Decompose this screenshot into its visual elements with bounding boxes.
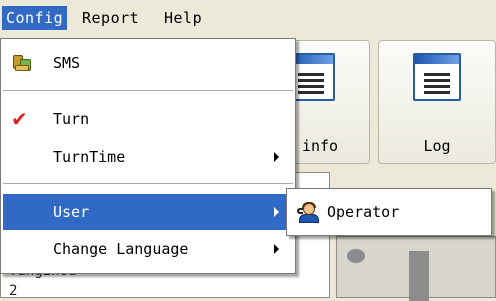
operator-icon: [297, 202, 319, 223]
toolbar-button-log-label: Log: [423, 137, 451, 155]
menu-item-turn[interactable]: ✔ Turn: [3, 101, 293, 137]
device-view-panel: [336, 236, 496, 301]
sms-icon: [11, 53, 33, 73]
menu-item-label: Turn: [53, 110, 90, 128]
menu-report[interactable]: Report: [78, 6, 143, 30]
menu-help[interactable]: Help: [160, 6, 206, 30]
menu-item-label: TurnTime: [53, 148, 126, 166]
submenu-arrow-icon: [274, 207, 279, 217]
menu-item-label: SMS: [53, 54, 81, 72]
device-bar: [409, 251, 429, 301]
user-submenu: Operator: [286, 188, 492, 236]
menu-config[interactable]: Config: [2, 6, 68, 30]
menu-bar: Config Report Help: [0, 0, 496, 36]
menu-item-turntime[interactable]: TurnTime: [3, 139, 293, 175]
menu-item-operator[interactable]: Operator: [289, 194, 489, 230]
menu-separator: [3, 183, 293, 184]
menu-item-change-language[interactable]: Change Language: [3, 231, 293, 267]
menu-item-label: User: [53, 203, 90, 221]
device-knob: [347, 249, 365, 263]
menu-item-label: Operator: [327, 203, 400, 221]
window-list-icon: [413, 53, 461, 101]
menu-separator: [3, 90, 293, 91]
panel-text-2: 2: [9, 283, 18, 299]
menu-item-sms[interactable]: SMS: [3, 45, 293, 81]
submenu-arrow-icon: [274, 152, 279, 162]
submenu-arrow-icon: [274, 244, 279, 254]
menu-item-label: Change Language: [53, 240, 189, 258]
toolbar-button-log[interactable]: Log: [378, 40, 496, 164]
menu-item-user[interactable]: User: [3, 194, 293, 230]
config-menu: SMS ✔ Turn TurnTime User Change Language: [0, 38, 296, 274]
checkmark-icon: ✔: [11, 107, 28, 131]
